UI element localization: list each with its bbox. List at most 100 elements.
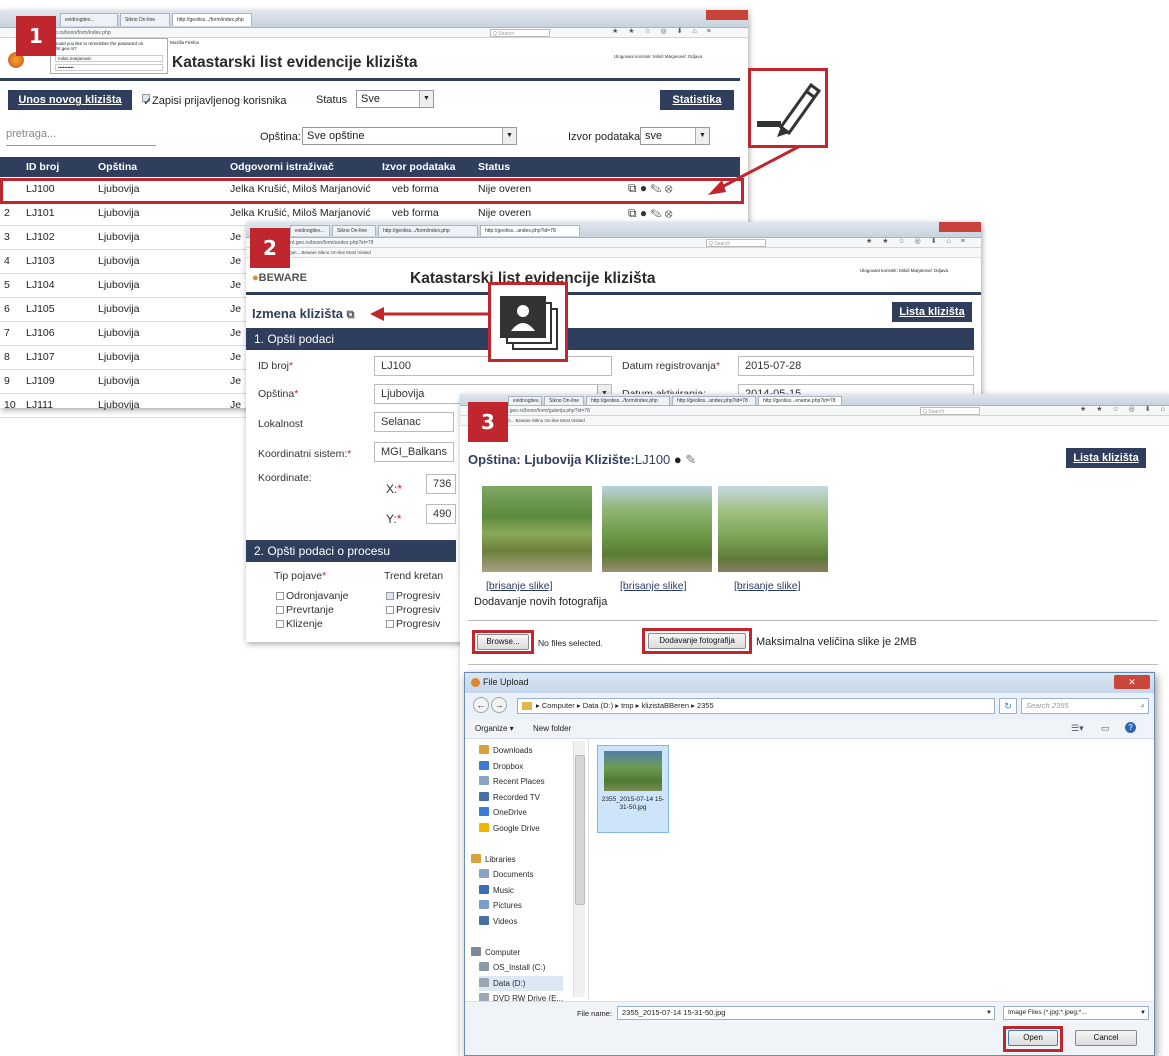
browser-tab[interactable]: http://geoliss...ename.php?id=78 [758,396,842,405]
user-info[interactable]: Ulogovani korisnik: Miloš Marjanović Odj… [860,268,948,273]
delete-photo-link[interactable]: [brisanje slike] [734,580,801,592]
help-icon[interactable]: ? [1125,722,1136,733]
new-landslide-button[interactable]: Unos novog klizišta [8,90,132,110]
table-col-header[interactable]: Opština [98,157,230,177]
organize-menu[interactable]: Organize ▾ [475,724,514,733]
view-icon[interactable]: ☰▾ [1071,723,1084,734]
browser-tab[interactable]: http://geoliss.../form/index.php [586,396,670,405]
preview-icon[interactable]: ▭ [1101,723,1110,734]
table-col-header[interactable]: ID broj [0,157,98,177]
browser-tab[interactable]: evidnogitev... [508,396,542,405]
login-user[interactable]: milos.marjanovic [55,55,163,62]
refresh-icon[interactable]: ↻ [999,698,1017,714]
checkbox[interactable] [276,592,284,600]
file-name-input[interactable]: 2355_2015-07-14 15-31-50.jpg ▼ [617,1006,995,1020]
open-button[interactable]: Open [1008,1030,1058,1046]
search-input[interactable]: pretraga... [6,128,156,146]
window-controls[interactable] [939,222,981,232]
bookmark-text[interactable]: Mozilla Firefox [170,40,199,45]
delete-icon[interactable]: ⊗ [665,206,673,220]
url-bar[interactable]: nfnt.geo.rs/boon/form/andex.php?id=78 Q … [246,238,981,248]
table-col-header[interactable]: Izvor podataka [382,157,478,177]
nav-item[interactable]: Pictures [479,898,563,914]
nav-item[interactable]: Documents [479,867,563,883]
trend-option[interactable]: Progresiv [386,590,440,602]
table-col-header[interactable]: Status [478,157,628,177]
checkbox[interactable] [386,592,394,600]
nav-item[interactable]: Videos [479,914,563,930]
only-mine-filter[interactable]: ✓Zapisi prijavljenog korisnika [142,94,287,108]
status-select[interactable]: Sve ▼ [356,90,434,108]
url-bar[interactable]: nfnt.geo.rs/boon/form/index.php Q Search… [0,28,748,38]
browser-tab[interactable]: http://geoliss.../form/index.php [172,13,252,26]
scroll-thumb[interactable] [575,755,585,905]
edit-icon[interactable]: ✎ [685,452,696,467]
browser-tab[interactable]: Sikno On-line [332,225,376,236]
nav-item[interactable]: Downloads [479,743,563,759]
breadcrumb[interactable]: ▸ Computer ▸ Data (D:) ▸ tmp ▸ klizistaB… [517,698,995,714]
window-controls[interactable] [706,10,748,20]
koord-sistem-field[interactable]: MGI_Balkans [374,442,454,462]
tip-option[interactable]: Prevrtanje [276,604,334,616]
browse-button[interactable]: Browse... [477,634,529,650]
datum-reg-field[interactable]: 2015-07-28 [738,356,974,376]
browser-tab[interactable]: http://geoliss...andex.php?id=78 [480,225,580,236]
file-type-select[interactable]: Image Files (*.jpg;*.jpeg;*... ▼ [1003,1006,1149,1020]
statistics-button[interactable]: Statistika [660,90,734,110]
nav-item[interactable]: Recorded TV [479,790,563,806]
checkbox[interactable]: ✓ [142,94,152,108]
edit-icon[interactable]: ✎ [651,206,662,220]
checkbox[interactable] [276,620,284,628]
browser-tab[interactable]: evidnogitev... [60,13,118,26]
forward-icon[interactable]: → [491,697,507,713]
x-field[interactable]: 736 [426,474,456,494]
nav-item[interactable]: Recent Places [479,774,563,790]
chevron-down-icon[interactable]: ▼ [986,1007,992,1019]
browser-tab[interactable]: http://geoliss...andex.php?id=78 [672,396,756,405]
login-pass[interactable]: •••••••••• [55,64,163,71]
landslide-photo[interactable] [602,486,712,572]
nav-item[interactable]: Computer [471,945,563,961]
gallery-icon[interactable]: ⧉ [628,206,637,220]
browser-tab[interactable]: http://geoliss.../form/index.php [378,225,478,236]
tip-option[interactable]: Odronjavanje [276,590,348,602]
browser-tab[interactable]: Sikno On-line [544,396,584,405]
checkbox[interactable] [386,606,394,614]
checkbox[interactable] [386,620,394,628]
user-info[interactable]: Ulogovani korisnik: Miloš Marjanović Odj… [614,54,702,59]
nav-item[interactable]: Google Drive [479,821,563,837]
nav-item[interactable]: Dropbox [479,759,563,775]
bookmarks-bar[interactable]: Mail - Marnau Marjan... Beware Sikno On-… [460,416,1169,426]
landslide-photo[interactable] [718,486,828,572]
back-icon[interactable]: ← [473,697,489,713]
list-button[interactable]: Lista klizišta [892,302,972,322]
trend-option[interactable]: Progresiv [386,604,440,616]
search-input[interactable]: Search 2355 ⌕ [1021,698,1149,714]
delete-photo-link[interactable]: [brisanje slike] [486,580,553,592]
checkbox[interactable] [276,606,284,614]
search-box[interactable]: Q Search [706,239,766,247]
nav-item[interactable]: Libraries [471,852,563,868]
search-box[interactable]: Q Search [920,407,980,415]
new-folder-button[interactable]: New folder [533,724,571,733]
table-col-header[interactable]: Odgovorni istraživač [230,157,382,177]
lokalnost-field[interactable]: Selanac [374,412,454,432]
upload-photos-button[interactable]: Dodavanje fotografija [648,633,746,649]
browser-tab[interactable]: evidnogitev... [290,225,330,236]
cancel-button[interactable]: Cancel [1075,1030,1137,1046]
delete-photo-link[interactable]: [brisanje slike] [620,580,687,592]
y-field[interactable]: 490 [426,504,456,524]
toolbar-icons[interactable]: ★ ★ ☆ ◎ ⬇ ⌂ ≡ [612,27,715,37]
nav-item[interactable]: Data (D:) [479,975,564,991]
gallery-icon[interactable]: ⧉ [347,309,355,321]
nav-item[interactable]: Music [479,883,563,899]
nav-item[interactable]: OneDrive [479,805,563,821]
scrollbar[interactable] [573,741,585,997]
opstina-select[interactable]: Sve opštine ▼ [302,127,517,145]
search-box[interactable]: Q Search [490,29,550,37]
info-icon[interactable]: ● [674,452,682,467]
file-item[interactable]: 2355_2015-07-14 15-31-50.jpg [597,745,669,833]
browser-tab[interactable]: Sikno On-line [120,13,170,26]
bookmarks-bar[interactable]: Mail - Marnau Marjan... Beware Sikno On-… [246,248,981,258]
tip-option[interactable]: Klizenje [276,618,323,630]
